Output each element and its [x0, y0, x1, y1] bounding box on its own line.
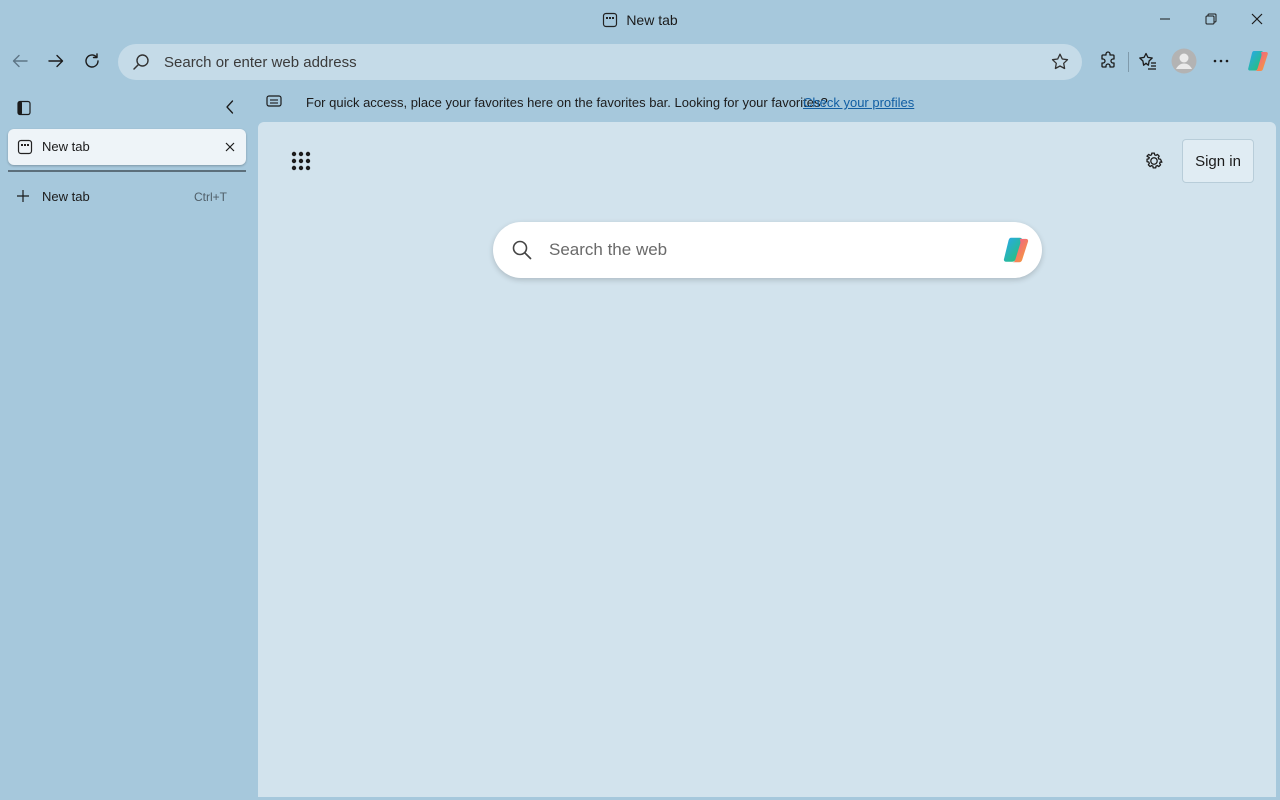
tab-actions-icon: [17, 100, 31, 116]
copilot-icon[interactable]: [1000, 234, 1032, 266]
back-button[interactable]: [3, 44, 37, 78]
refresh-button[interactable]: [75, 44, 109, 78]
web-search-box[interactable]: [493, 222, 1042, 278]
back-arrow-icon: [12, 54, 28, 68]
window-title-text: New tab: [626, 12, 678, 28]
close-icon: [225, 142, 235, 152]
search-icon: [511, 239, 533, 261]
apps-grid-icon: [291, 151, 311, 171]
plus-icon: [16, 189, 30, 203]
web-search-input[interactable]: [549, 232, 1000, 268]
search-icon: [132, 53, 150, 71]
page-settings-button[interactable]: [1140, 147, 1168, 175]
collapse-sidebar-button[interactable]: [220, 97, 240, 117]
favorites-bar-icon: [266, 95, 282, 109]
add-favorite-star-icon[interactable]: [1046, 48, 1074, 76]
copilot-icon: [1248, 51, 1268, 71]
profile-button[interactable]: [1167, 44, 1201, 78]
minimize-icon: [1160, 18, 1170, 20]
tab-actions-button[interactable]: [14, 98, 34, 118]
vertical-tab-label: New tab: [42, 139, 90, 154]
favorites-icon: [1139, 52, 1156, 70]
close-tab-button[interactable]: [222, 139, 238, 155]
minimize-button[interactable]: [1142, 0, 1188, 38]
avatar: [1171, 48, 1197, 74]
new-tab-shortcut: Ctrl+T: [194, 190, 227, 204]
gear-icon: [1146, 152, 1163, 169]
window-title: New tab: [0, 0, 1280, 40]
sign-in-button[interactable]: Sign in: [1182, 139, 1254, 183]
refresh-icon: [85, 53, 99, 68]
tab-page-icon: [602, 12, 618, 28]
favorites-button[interactable]: [1131, 44, 1165, 78]
forward-button[interactable]: [39, 44, 73, 78]
address-bar[interactable]: [118, 44, 1082, 80]
more-horizontal-icon: [1213, 59, 1229, 63]
close-window-button[interactable]: [1234, 0, 1280, 38]
restore-icon: [1205, 13, 1217, 25]
chevron-left-icon: [226, 100, 234, 114]
extensions-button[interactable]: [1091, 44, 1125, 78]
restore-button[interactable]: [1188, 0, 1234, 38]
apps-launcher-button[interactable]: [286, 146, 316, 176]
forward-arrow-icon: [48, 54, 64, 68]
check-profiles-link[interactable]: Check your profiles: [803, 95, 914, 110]
more-options-button[interactable]: [1204, 44, 1238, 78]
tab-strip-divider: [8, 170, 246, 172]
tab-page-icon: [17, 139, 33, 155]
extensions-icon: [1101, 51, 1115, 68]
copilot-button[interactable]: [1241, 44, 1275, 78]
favorites-bar-message: For quick access, place your favorites h…: [306, 95, 828, 110]
close-icon: [1251, 13, 1263, 25]
address-input[interactable]: [164, 47, 1046, 77]
new-tab-label: New tab: [42, 189, 90, 204]
toolbar-divider: [1128, 52, 1129, 72]
